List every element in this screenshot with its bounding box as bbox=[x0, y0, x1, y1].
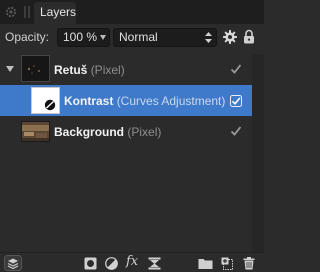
folder-icon[interactable] bbox=[198, 257, 213, 270]
layer-options-bar: Opacity: 100 % Normal bbox=[0, 24, 264, 50]
layer-type: (Pixel) bbox=[90, 63, 125, 77]
chevron-updown-icon bbox=[205, 32, 212, 43]
layer-studio-icon[interactable] bbox=[4, 255, 22, 271]
panel-tab-bar: Layers bbox=[0, 0, 264, 24]
fx-icon[interactable]: fx bbox=[126, 255, 142, 269]
chevron-down-icon[interactable] bbox=[100, 35, 106, 40]
settings-icon[interactable] bbox=[5, 6, 17, 18]
layer-row-selected[interactable]: Kontrast (Curves Adjustment) bbox=[0, 85, 252, 116]
disclosure-triangle-icon[interactable] bbox=[6, 66, 14, 72]
layer-label: Background (Pixel) bbox=[54, 125, 161, 139]
visibility-checkmark-icon[interactable] bbox=[230, 95, 242, 107]
layer-thumbnail bbox=[31, 87, 60, 114]
layer-label: Retuš (Pixel) bbox=[54, 63, 125, 77]
layer-type: (Pixel) bbox=[127, 125, 162, 139]
drag-handle-icon[interactable] bbox=[24, 6, 32, 18]
delete-icon[interactable] bbox=[243, 257, 255, 270]
layer-name: Background bbox=[54, 125, 125, 139]
tab-layers[interactable]: Layers bbox=[34, 2, 76, 24]
layers-list: Retuš (Pixel) Kontrast (Curves Adjustmen… bbox=[0, 54, 264, 254]
blend-mode-select[interactable]: Normal bbox=[113, 28, 217, 47]
layers-toolbar: fx bbox=[0, 252, 264, 272]
layer-row[interactable]: Background (Pixel) bbox=[0, 116, 252, 147]
add-layer-icon[interactable] bbox=[221, 257, 234, 270]
layer-label: Kontrast (Curves Adjustment) bbox=[64, 94, 225, 108]
opacity-field[interactable]: 100 % bbox=[57, 28, 110, 47]
blend-mode-value: Normal bbox=[119, 30, 158, 44]
layer-thumbnail bbox=[21, 55, 50, 82]
gear-icon[interactable] bbox=[223, 30, 237, 44]
lock-icon[interactable] bbox=[243, 29, 255, 44]
layer-type: (Curves Adjustment) bbox=[116, 94, 226, 108]
opacity-value: 100 % bbox=[63, 30, 98, 44]
adjustment-icon[interactable] bbox=[105, 257, 118, 270]
layer-row[interactable]: Retuš (Pixel) bbox=[0, 54, 252, 85]
visibility-checkmark-icon[interactable] bbox=[230, 63, 242, 75]
layer-name: Retuš bbox=[54, 63, 88, 77]
visibility-checkmark-icon[interactable] bbox=[230, 125, 242, 137]
live-filter-icon[interactable] bbox=[148, 257, 161, 270]
mask-icon[interactable] bbox=[84, 257, 97, 270]
layer-thumbnail bbox=[21, 121, 50, 142]
opacity-label: Opacity: bbox=[5, 30, 50, 44]
layer-name: Kontrast bbox=[64, 94, 114, 108]
scrollbar-track[interactable] bbox=[252, 54, 264, 254]
